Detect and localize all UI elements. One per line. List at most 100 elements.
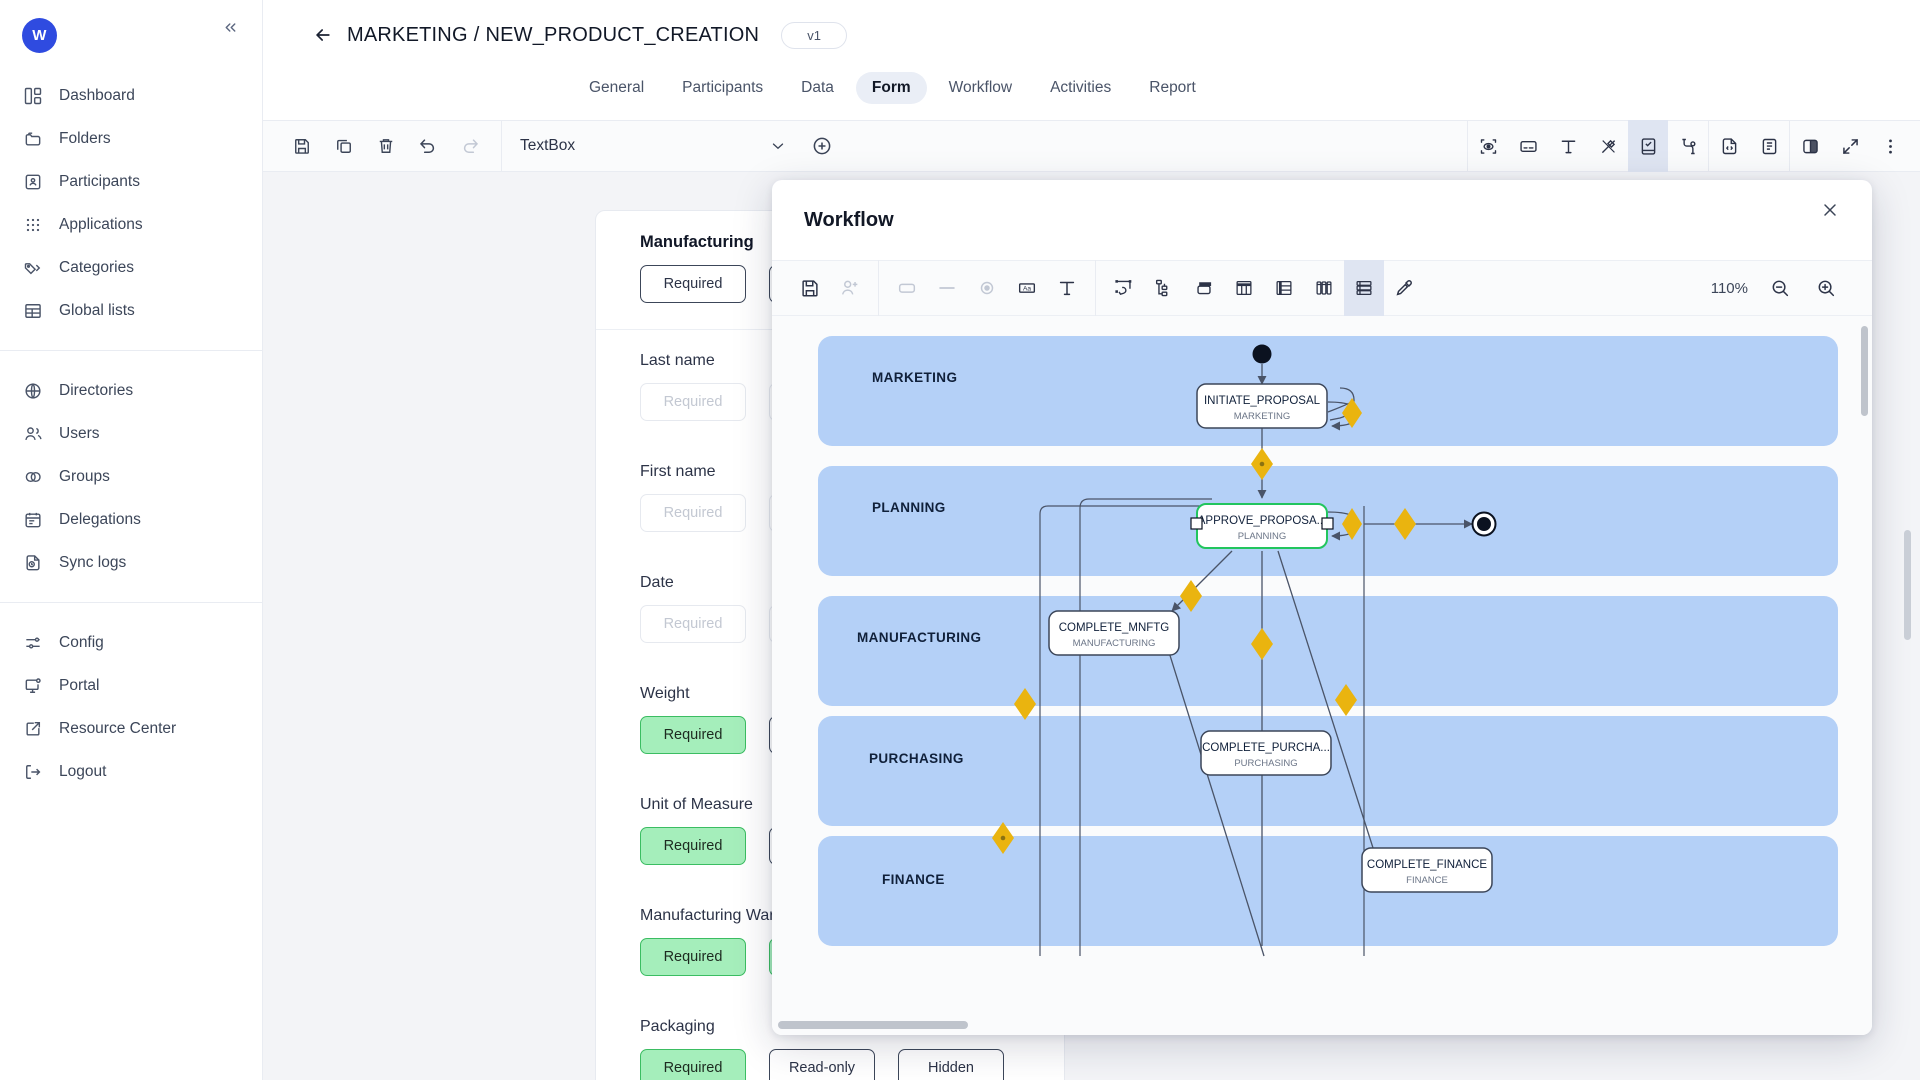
component-type-select[interactable]: TextBox <box>502 120 799 172</box>
code-file-icon[interactable] <box>1709 120 1749 172</box>
workflow-toolbar: Aa 110% <box>772 260 1872 316</box>
sidebar-item-users[interactable]: Users <box>0 412 262 455</box>
tab-general[interactable]: General <box>573 72 660 104</box>
copy-icon[interactable] <box>327 129 361 163</box>
plugin-icon[interactable] <box>1668 120 1708 172</box>
redo-icon[interactable] <box>453 129 487 163</box>
task-subtitle: MARKETING <box>1234 411 1290 422</box>
tab-activities[interactable]: Activities <box>1034 72 1127 104</box>
sidebar-item-directories[interactable]: Directories <box>0 369 262 412</box>
required-chip[interactable]: Required <box>640 605 746 643</box>
arrow-left-icon[interactable] <box>313 25 333 45</box>
sidebar-header: W <box>0 0 262 70</box>
task-node-complete-purchasing[interactable]: COMPLETE_PURCHA... PURCHASING <box>1200 730 1332 776</box>
tab-report[interactable]: Report <box>1133 72 1212 104</box>
select-pointer-icon[interactable] <box>1104 260 1144 316</box>
required-chip[interactable]: Required <box>640 827 746 865</box>
horizontal-lane-icon[interactable] <box>1264 260 1304 316</box>
tab-data[interactable]: Data <box>785 72 850 104</box>
plus-circle-icon[interactable] <box>805 129 839 163</box>
sidebar-item-portal[interactable]: Portal <box>0 664 262 707</box>
task-node-complete-finance[interactable]: COMPLETE_FINANCE FINANCE <box>1361 847 1493 893</box>
swimlane-finance[interactable]: FINANCE <box>818 836 1838 946</box>
text-label-icon[interactable]: Aa <box>1007 260 1047 316</box>
sidebar-item-sync-logs[interactable]: Sync logs <box>0 541 262 584</box>
container-icon[interactable] <box>1184 260 1224 316</box>
field-options-row: Required Read-only Hidden <box>640 1049 1020 1080</box>
fullscreen-icon[interactable] <box>1830 120 1870 172</box>
tab-workflow[interactable]: Workflow <box>933 72 1028 104</box>
swimlane-marketing[interactable]: MARKETING <box>818 336 1838 446</box>
workflow-diagram[interactable]: MARKETING PLANNING MANUFACTURING PURCHAS… <box>772 316 1872 1035</box>
lane-label: MARKETING <box>872 370 957 385</box>
line-shape-icon[interactable] <box>927 260 967 316</box>
required-chip[interactable]: Required <box>640 938 746 976</box>
breadcrumb-parent[interactable]: MARKETING <box>347 24 468 46</box>
task-node-approve-proposal[interactable]: APPROVE_PROPOSA... PLANNING <box>1190 503 1334 549</box>
horizontal-lanes-icon[interactable] <box>1344 260 1384 316</box>
sidebar-item-folders[interactable]: Folders <box>0 117 262 160</box>
sidebar-item-config[interactable]: Config <box>0 621 262 664</box>
palette-icon[interactable] <box>1790 120 1830 172</box>
lane-label: PLANNING <box>872 500 946 515</box>
sidebar: W Dashboard Folders Participants Applica… <box>0 0 263 1080</box>
tab-form[interactable]: Form <box>855 72 927 104</box>
zoom-out-icon[interactable] <box>1760 260 1800 316</box>
undo-icon[interactable] <box>411 129 445 163</box>
chevrons-left-icon[interactable] <box>216 13 244 41</box>
circle-shape-icon[interactable] <box>967 260 1007 316</box>
start-event-node[interactable] <box>1252 344 1272 364</box>
rounded-rect-shape-icon[interactable] <box>887 260 927 316</box>
version-badge[interactable]: v1 <box>781 21 848 49</box>
required-chip[interactable]: Required <box>640 265 746 303</box>
save-icon[interactable] <box>285 129 319 163</box>
hidden-chip[interactable]: Hidden <box>898 1049 1004 1080</box>
vertical-lanes-icon[interactable] <box>1304 260 1344 316</box>
workflow-horizontal-scrollbar[interactable] <box>778 1021 968 1029</box>
tab-participants[interactable]: Participants <box>666 72 779 104</box>
more-vertical-icon[interactable] <box>1870 120 1910 172</box>
required-chip[interactable]: Required <box>640 494 746 532</box>
readonly-chip[interactable]: Read-only <box>769 1049 875 1080</box>
theme-brush-icon[interactable] <box>1588 120 1628 172</box>
vertical-pool-icon[interactable] <box>1224 260 1264 316</box>
sidebar-item-global-lists[interactable]: Global lists <box>0 289 262 332</box>
sidebar-item-logout[interactable]: Logout <box>0 750 262 793</box>
workflow-zoom-controls: 110% <box>1711 260 1872 316</box>
end-event-node[interactable] <box>1471 511 1497 537</box>
required-chip[interactable]: Required <box>640 383 746 421</box>
text-format-icon[interactable] <box>1047 260 1087 316</box>
text-icon[interactable] <box>1548 120 1588 172</box>
trash-icon[interactable] <box>369 129 403 163</box>
sidebar-item-participants[interactable]: Participants <box>0 160 262 203</box>
workflow-vertical-scrollbar[interactable] <box>1861 326 1868 416</box>
zoom-in-icon[interactable] <box>1806 260 1846 316</box>
task-node-initiate-proposal[interactable]: INITIATE_PROPOSAL MARKETING <box>1196 383 1328 429</box>
add-participant-icon[interactable] <box>830 260 870 316</box>
required-chip[interactable]: Required <box>640 1049 746 1080</box>
page-vertical-scrollbar[interactable] <box>1904 530 1911 640</box>
sidebar-item-resource-center[interactable]: Resource Center <box>0 707 262 750</box>
eyedropper-icon[interactable] <box>1384 260 1424 316</box>
preview-eye-icon[interactable] <box>1468 120 1508 172</box>
sidebar-item-groups[interactable]: Groups <box>0 455 262 498</box>
sidebar-item-delegations[interactable]: Delegations <box>0 498 262 541</box>
grid-dots-icon <box>22 214 44 236</box>
card-icon[interactable] <box>1508 120 1548 172</box>
sidebar-item-applications[interactable]: Applications <box>0 203 262 246</box>
task-node-complete-mnftg[interactable]: COMPLETE_MNFTG MANUFACTURING <box>1048 610 1180 656</box>
swimlane-manufacturing[interactable]: MANUFACTURING <box>818 596 1838 706</box>
script-icon[interactable] <box>1749 120 1789 172</box>
save-icon[interactable] <box>790 260 830 316</box>
form-check-icon[interactable] <box>1628 120 1668 172</box>
zoom-level-label: 110% <box>1710 279 1748 297</box>
required-chip[interactable]: Required <box>640 716 746 754</box>
task-title: INITIATE_PROPOSAL <box>1204 395 1321 407</box>
avatar[interactable]: W <box>22 17 57 53</box>
workflow-diagram-canvas[interactable]: MARKETING PLANNING MANUFACTURING PURCHAS… <box>772 316 1872 1035</box>
sidebar-item-categories[interactable]: Categories <box>0 246 262 289</box>
sidebar-item-dashboard[interactable]: Dashboard <box>0 74 262 117</box>
close-icon[interactable] <box>1814 194 1846 226</box>
sidebar-divider <box>0 602 262 603</box>
tree-layout-icon[interactable] <box>1144 260 1184 316</box>
